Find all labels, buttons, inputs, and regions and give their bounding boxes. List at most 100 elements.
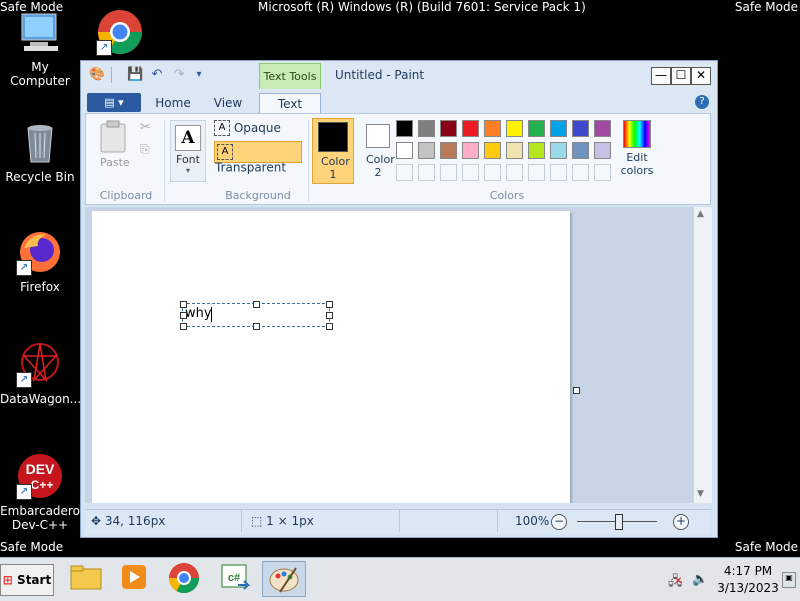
save-icon[interactable]: 💾 [127, 67, 143, 83]
palette-swatch[interactable] [506, 142, 523, 159]
desktop-icon-datawagon[interactable]: ↗ DataWagon... [0, 340, 81, 406]
palette-swatch[interactable] [396, 120, 413, 137]
paint-app-icon[interactable]: 🎨 [89, 67, 105, 83]
help-icon[interactable]: ? [695, 95, 709, 109]
color1-button[interactable]: Color 1 [312, 118, 354, 184]
desktop-icon-my-computer[interactable]: My Computer [0, 8, 80, 88]
font-button[interactable]: A Font ▾ [170, 120, 206, 182]
zoom-out-button[interactable]: − [551, 514, 567, 530]
canvas-workspace[interactable]: why [85, 207, 697, 503]
chevron-down-icon: ▾ [185, 166, 190, 175]
resize-handle[interactable] [326, 312, 333, 319]
zoom-slider-thumb[interactable] [615, 514, 623, 530]
undo-icon[interactable]: ↶ [149, 67, 165, 83]
palette-swatch[interactable] [440, 120, 457, 137]
resize-handle[interactable] [326, 323, 333, 330]
minimize-button[interactable]: — [651, 67, 671, 85]
palette-custom-slot[interactable] [550, 164, 567, 181]
palette-custom-slot[interactable] [506, 164, 523, 181]
color1-label: Color 1 [321, 155, 350, 181]
copy-icon[interactable]: ⎘ [140, 142, 150, 157]
paste-button[interactable]: Paste [100, 156, 130, 169]
palette-custom-slot[interactable] [572, 164, 589, 181]
show-desktop-icon[interactable]: ▣ [782, 572, 796, 588]
palette-custom-slot[interactable] [396, 164, 413, 181]
taskbar-paint[interactable] [262, 561, 306, 597]
vertical-scrollbar[interactable]: ▲ ▼ [693, 207, 712, 503]
opaque-option[interactable]: A Opaque [214, 120, 304, 138]
color2-button[interactable]: Color 2 [358, 118, 398, 184]
resize-handle[interactable] [180, 323, 187, 330]
palette-custom-slot[interactable] [418, 164, 435, 181]
scroll-down-icon[interactable]: ▼ [697, 489, 704, 499]
tab-home[interactable]: Home [147, 93, 199, 113]
tab-text[interactable]: Text [259, 93, 321, 114]
chrome-icon [169, 563, 199, 594]
desktop-icon-recycle-bin[interactable]: Recycle Bin [0, 118, 80, 184]
edit-colors-icon [623, 120, 651, 148]
volume-icon[interactable]: 🔈 [692, 572, 708, 587]
drawing-canvas[interactable]: why [92, 211, 570, 503]
palette-swatch[interactable] [572, 142, 589, 159]
taskbar-csharp-app[interactable]: c# [212, 561, 256, 597]
palette-swatch[interactable] [462, 120, 479, 137]
palette-custom-slot[interactable] [462, 164, 479, 181]
paint-icon [269, 567, 299, 593]
palette-swatch[interactable] [594, 120, 611, 137]
palette-swatch[interactable] [440, 142, 457, 159]
edit-colors-label: Edit colors [620, 151, 654, 177]
palette-custom-slot[interactable] [594, 164, 611, 181]
group-separator [164, 120, 165, 202]
palette-swatch[interactable] [484, 142, 501, 159]
palette-custom-slot[interactable] [528, 164, 545, 181]
palette-swatch[interactable] [528, 142, 545, 159]
palette-swatch[interactable] [594, 142, 611, 159]
shortcut-arrow-icon: ↗ [16, 260, 32, 276]
taskbar-chrome[interactable] [162, 561, 206, 597]
group-separator [308, 120, 309, 202]
color2-label: Color 2 [366, 153, 395, 179]
palette-swatch[interactable] [418, 120, 435, 137]
desktop-icon-devcpp[interactable]: DEV C++ ↗ Embarcadero Dev-C++ [0, 452, 80, 532]
palette-custom-slot[interactable] [484, 164, 501, 181]
cut-icon[interactable]: ✂ [140, 120, 151, 135]
taskbar-explorer[interactable] [64, 561, 108, 597]
resize-handle[interactable] [180, 301, 187, 308]
palette-swatch[interactable] [506, 120, 523, 137]
close-button[interactable]: ✕ [691, 67, 711, 85]
resize-handle[interactable] [253, 323, 260, 330]
devcpp-icon: DEV C++ ↗ [16, 452, 64, 500]
palette-swatch[interactable] [396, 142, 413, 159]
clock-date[interactable]: 3/13/2023 [716, 581, 780, 595]
palette-swatch[interactable] [528, 120, 545, 137]
palette-custom-slot[interactable] [440, 164, 457, 181]
svg-text:DEV: DEV [26, 461, 55, 477]
resize-handle[interactable] [326, 301, 333, 308]
palette-swatch[interactable] [418, 142, 435, 159]
resize-handle[interactable] [253, 301, 260, 308]
quick-access-dropdown-icon[interactable]: ▾ [191, 67, 207, 83]
resize-handle[interactable] [180, 312, 187, 319]
clock-time[interactable]: 4:17 PM [720, 564, 776, 578]
edit-colors-button[interactable]: Edit colors [620, 120, 654, 184]
paint-menu-button[interactable]: ▤ ▾ [87, 93, 141, 112]
transparent-option[interactable]: A Transparent [214, 141, 302, 175]
text-box[interactable]: why [180, 301, 333, 330]
start-button[interactable]: ⊞ Start [0, 564, 54, 596]
palette-swatch[interactable] [484, 120, 501, 137]
maximize-button[interactable]: ☐ [671, 67, 691, 85]
scroll-up-icon[interactable]: ▲ [697, 209, 704, 219]
title-bar[interactable]: 🎨 💾 ↶ ↷ ▾ Text Tools Untitled - Paint — … [81, 61, 717, 91]
canvas-text[interactable]: why [185, 306, 212, 321]
desktop-icon-firefox[interactable]: ↗ Firefox [0, 228, 80, 294]
desktop-icon-chrome[interactable]: ↗ [96, 8, 144, 56]
taskbar-media-player[interactable] [112, 561, 156, 597]
tab-view[interactable]: View [203, 93, 253, 113]
palette-swatch[interactable] [550, 120, 567, 137]
redo-icon[interactable]: ↷ [171, 67, 187, 83]
palette-swatch[interactable] [572, 120, 589, 137]
canvas-resize-handle[interactable] [573, 387, 580, 394]
palette-swatch[interactable] [550, 142, 567, 159]
zoom-in-button[interactable]: + [673, 514, 689, 530]
palette-swatch[interactable] [462, 142, 479, 159]
